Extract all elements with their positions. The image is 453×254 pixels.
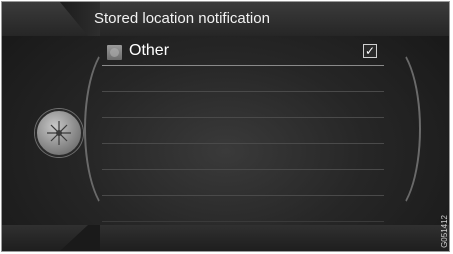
page-title: Stored location notification	[94, 10, 270, 27]
list-item-other[interactable]: Other ✓	[102, 40, 384, 66]
empty-row	[102, 92, 384, 118]
navigation-knob-icon[interactable]	[35, 109, 83, 157]
display-screen: Stored location notification Other ✓	[1, 1, 450, 252]
bottom-shoulder	[60, 225, 100, 251]
checkbox[interactable]: ✓	[363, 44, 377, 58]
empty-row	[102, 66, 384, 92]
image-code: G051412	[440, 215, 449, 248]
location-list: Other ✓	[102, 40, 384, 222]
empty-row	[102, 118, 384, 144]
title-bar: Stored location notification	[2, 2, 449, 36]
empty-row	[102, 144, 384, 170]
empty-row	[102, 170, 384, 196]
bottom-bar	[2, 225, 449, 251]
list-item-label: Other	[129, 42, 170, 59]
empty-row	[102, 196, 384, 222]
category-icon	[107, 45, 122, 60]
